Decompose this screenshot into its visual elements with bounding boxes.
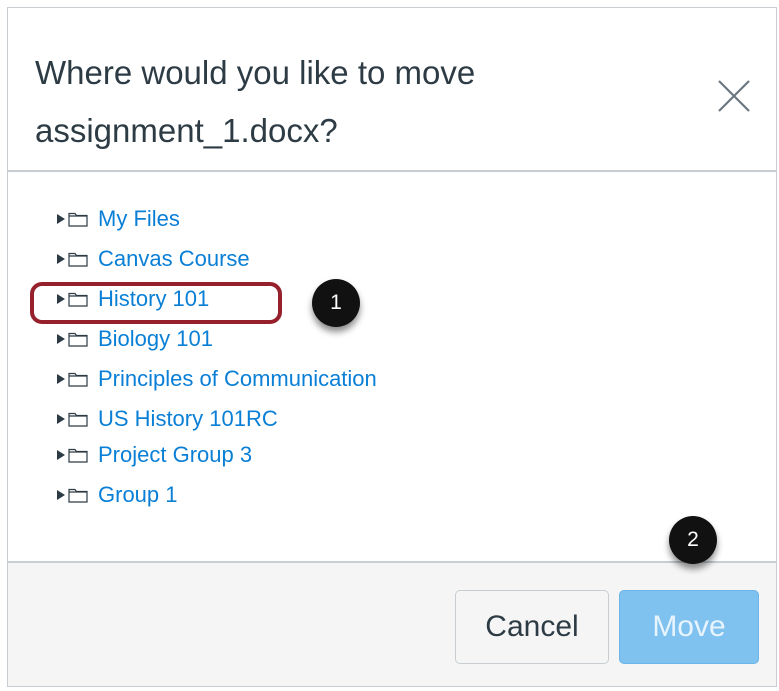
folder-icon xyxy=(68,440,88,470)
close-button[interactable] xyxy=(716,78,752,114)
callout-badge-2: 2 xyxy=(669,516,717,564)
expand-arrow-icon[interactable] xyxy=(56,440,68,470)
expand-arrow-icon[interactable] xyxy=(56,364,68,394)
close-icon xyxy=(718,80,750,112)
tree-item-biology-101[interactable]: Biology 101 xyxy=(56,324,213,354)
folder-icon xyxy=(68,204,88,234)
move-button[interactable]: Move xyxy=(619,590,759,664)
tree-item-group-1[interactable]: Group 1 xyxy=(56,480,178,510)
tree-item-label[interactable]: Principles of Communication xyxy=(98,366,377,392)
folder-icon xyxy=(68,480,88,510)
expand-arrow-icon[interactable] xyxy=(56,324,68,354)
expand-arrow-icon[interactable] xyxy=(56,244,68,274)
dialog-title: Where would you like to move assignment_… xyxy=(35,54,476,149)
tree-item-principles-of-communication[interactable]: Principles of Communication xyxy=(56,364,377,394)
folder-icon xyxy=(68,404,88,434)
tree-item-us-history-101rc[interactable]: US History 101RC xyxy=(56,404,278,434)
expand-arrow-icon[interactable] xyxy=(56,284,68,314)
folder-icon xyxy=(68,284,88,314)
tree-item-label[interactable]: Canvas Course xyxy=(98,246,250,272)
folder-icon xyxy=(68,244,88,274)
tree-item-label[interactable]: US History 101RC xyxy=(98,406,278,432)
expand-arrow-icon[interactable] xyxy=(56,204,68,234)
tree-item-label[interactable]: Group 1 xyxy=(98,482,178,508)
expand-arrow-icon[interactable] xyxy=(56,404,68,434)
tree-item-canvas-course[interactable]: Canvas Course xyxy=(56,244,250,274)
move-file-dialog: Where would you like to move assignment_… xyxy=(7,7,777,687)
folder-icon xyxy=(68,324,88,354)
dialog-header: Where would you like to move assignment_… xyxy=(8,8,776,172)
expand-arrow-icon[interactable] xyxy=(56,480,68,510)
dialog-footer: Cancel Move xyxy=(8,561,776,686)
tree-item-label[interactable]: History 101 xyxy=(98,286,209,312)
tree-item-my-files[interactable]: My Files xyxy=(56,204,180,234)
tree-item-project-group-3[interactable]: Project Group 3 xyxy=(56,440,252,470)
cancel-button[interactable]: Cancel xyxy=(455,590,609,664)
tree-item-label[interactable]: Biology 101 xyxy=(98,326,213,352)
tree-item-label[interactable]: Project Group 3 xyxy=(98,442,252,468)
tree-item-label[interactable]: My Files xyxy=(98,206,180,232)
callout-badge-1: 1 xyxy=(312,279,360,327)
tree-item-history-101[interactable]: History 101 xyxy=(56,284,209,314)
folder-icon xyxy=(68,364,88,394)
